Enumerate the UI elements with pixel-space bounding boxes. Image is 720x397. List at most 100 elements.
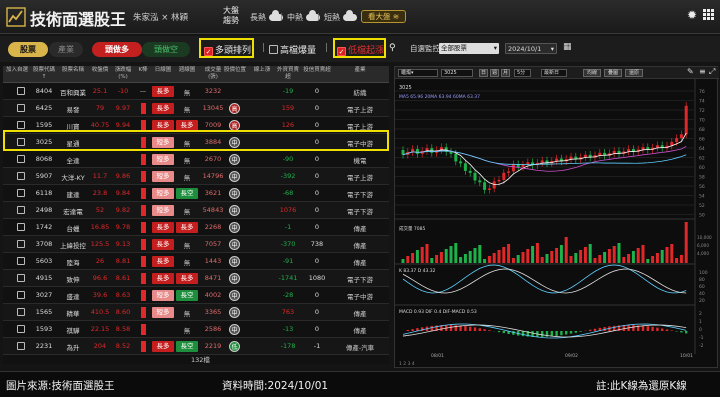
weekly-chart-tag[interactable]: 長空 (176, 188, 198, 199)
add-watch-checkbox[interactable] (17, 121, 25, 129)
calendar-icon[interactable]: ▦ (563, 42, 572, 52)
watch-select[interactable]: 全部股票 ▾ (439, 43, 499, 54)
volume-bar (473, 248, 477, 263)
search-icon[interactable]: ⚲ (389, 43, 396, 53)
daily-chart-tag[interactable]: 長多 (152, 103, 174, 114)
volume-bar (401, 259, 405, 263)
weekly-chart-tag[interactable]: 長空 (176, 290, 198, 301)
column-header[interactable]: 收盤價 (88, 67, 112, 74)
ticker-input[interactable]: 3025 (441, 69, 473, 77)
column-header[interactable]: 產業 (333, 67, 387, 74)
restore-button[interactable]: 還原 (625, 69, 643, 77)
table-row[interactable]: 3708 上緯投控 125.5 9.13 長多 無 7057 中 -370 738 傳產 (3, 236, 389, 253)
settings-icon[interactable]: ≡ (699, 67, 706, 76)
column-header[interactable]: 股價位置 (223, 67, 247, 74)
table-row[interactable]: 2498 宏達電 52 9.82 短多 無 54843 中 1076 0 電子下游 (3, 202, 389, 219)
add-watch-checkbox[interactable] (17, 104, 25, 112)
add-watch-checkbox[interactable] (17, 325, 25, 333)
checkbox-checked-icon[interactable]: ✓ (204, 47, 213, 56)
table-row[interactable]: 8068 全達 短多 無 2670 中 -90 0 機電 (3, 151, 389, 168)
draw-icon[interactable]: ✎ (687, 67, 694, 76)
add-watch-checkbox[interactable] (17, 155, 25, 163)
price-position-badge: 中 (229, 290, 240, 301)
overlay-button[interactable]: 疊圖 (604, 69, 622, 77)
tab-short[interactable]: 頭做空 (142, 42, 190, 57)
column-header[interactable]: 線上漲 (251, 67, 273, 74)
weekly-chart-tag[interactable]: 長多 (176, 222, 198, 233)
column-header[interactable]: 外資買賣超 (275, 67, 301, 81)
table-row[interactable]: 5907 大洋-KY 11.7 9.86 短多 無 14796 中 -392 0 電子上游 (3, 168, 389, 185)
daily-chart-tag[interactable]: 長多 (152, 86, 174, 97)
daily-chart-tag[interactable]: 長多 (152, 222, 174, 233)
date-select[interactable]: 2024/10/1 ▾ (505, 43, 557, 54)
table-row[interactable]: 6425 易發 79 9.97 長多 無 13045 高 159 0 電子上游 (3, 100, 389, 117)
daily-chart-tag[interactable]: 長多 (152, 256, 174, 267)
daily-chart-tag[interactable]: 長多 (152, 239, 174, 250)
daily-chart-tag[interactable]: 短多 (152, 154, 174, 165)
period-month[interactable]: 月 (501, 69, 510, 77)
column-header[interactable]: 漲跌幅(%) (111, 67, 135, 81)
add-watch-checkbox[interactable] (17, 189, 25, 197)
daily-chart-tag[interactable]: 短多 (152, 205, 174, 216)
daily-chart-tag[interactable]: 短多 (152, 188, 174, 199)
column-header[interactable]: 週線圖 (175, 67, 199, 74)
ma-button[interactable]: 均線 (583, 69, 601, 77)
filter-low[interactable]: ✓ 低檔起漲 (337, 43, 384, 56)
add-watch-checkbox[interactable] (17, 240, 25, 248)
table-row[interactable]: 2231 為升 204 8.52 長多 長空 2219 低 -178 -1 傳產-汽車 (3, 338, 389, 355)
add-watch-checkbox[interactable] (17, 257, 25, 265)
column-header[interactable]: 股票代碼↑ (31, 67, 57, 81)
table-row[interactable]: 3027 盛達 39.6 8.63 短多 長空 4002 中 -28 0 電子中游 (3, 287, 389, 304)
table-row[interactable]: 4915 致伸 96.6 8.61 長多 長多 8471 中 -1741 1080 電子下游 (3, 270, 389, 287)
industry: 電子下游 (347, 191, 373, 199)
table-row[interactable]: 1565 精華 410.5 8.60 短多 無 3365 中 763 0 傳產 (3, 304, 389, 321)
weekly-chart-tag[interactable]: 長空 (176, 341, 198, 352)
daily-chart-tag[interactable]: 短多 (152, 171, 174, 182)
table-row[interactable]: 8404 百和興業 25.1 -10 — 長多 無 3232 -19 0 紡織 (3, 83, 389, 100)
expand-icon[interactable]: ⤢ (709, 67, 715, 77)
checkbox-checked-icon[interactable]: ✓ (337, 47, 346, 56)
macd-bar (641, 325, 645, 331)
table-row[interactable]: 1742 台蠟 16.85 9.78 長多 長多 2268 中 -1 0 傳產 (3, 219, 389, 236)
column-header[interactable]: 日線圖 (151, 67, 175, 74)
add-watch-checkbox[interactable] (17, 274, 25, 282)
add-watch-checkbox[interactable] (17, 308, 25, 316)
add-watch-checkbox[interactable] (17, 172, 25, 180)
daily-chart-tag[interactable]: 短多 (152, 290, 174, 301)
add-watch-checkbox[interactable] (17, 291, 25, 299)
volume-bar (675, 258, 679, 263)
add-watch-checkbox[interactable] (17, 206, 25, 214)
tab-stocks[interactable]: 股票 (8, 42, 48, 57)
filter-volume[interactable]: 高檔爆量 (269, 43, 316, 56)
table-row[interactable]: 1593 祺驊 22.15 8.58 無 2586 中 -13 0 傳產 (3, 321, 389, 338)
checkbox-icon[interactable] (269, 45, 278, 54)
column-header[interactable]: 投信買賣超 (303, 67, 331, 74)
daily-chart-tag[interactable]: 短多 (152, 307, 174, 318)
column-header[interactable]: 加入自選 (5, 67, 29, 74)
zoom-select[interactable]: 最新日 (541, 69, 567, 77)
filter-ma[interactable]: ✓ 多頭排列 (204, 43, 251, 56)
tab-industry[interactable]: 產業 (49, 42, 83, 57)
weekly-chart-tag[interactable]: 長多 (176, 273, 198, 284)
daily-chart-tag[interactable]: 長多 (152, 273, 174, 284)
ma-info: MA5 65.96 20MA 63.94 60MA 63.37 (399, 94, 480, 100)
daily-chart-tag[interactable]: 長多 (152, 341, 174, 352)
table-row[interactable]: 6118 建達 23.8 9.84 短多 長空 3621 中 -68 0 電子下游 (3, 185, 389, 202)
add-watch-checkbox[interactable] (17, 87, 25, 95)
column-header[interactable]: 股票名稱 (57, 67, 89, 74)
close-price: 23.8 (92, 189, 108, 197)
big-market-button[interactable]: 看大盤 ≋ (361, 10, 407, 23)
table-row[interactable]: 5603 陸海 26 8.81 長多 無 1443 中 -91 0 傳產 (3, 253, 389, 270)
add-watch-checkbox[interactable] (17, 342, 25, 350)
stock-name: 為升 (66, 344, 80, 352)
column-header[interactable]: K棒 (136, 67, 150, 74)
apps-grid-icon[interactable] (703, 9, 714, 20)
macd-bar (665, 329, 669, 331)
period-day[interactable]: 日 (479, 69, 488, 77)
gear-icon[interactable]: ✹ (687, 8, 697, 22)
chart-type-select[interactable]: 蠟燭▾ (398, 69, 438, 77)
period-week[interactable]: 週 (490, 69, 499, 77)
tab-long[interactable]: 頭做多 (92, 42, 142, 57)
interval-select[interactable]: 5分 (514, 69, 531, 77)
add-watch-checkbox[interactable] (17, 223, 25, 231)
